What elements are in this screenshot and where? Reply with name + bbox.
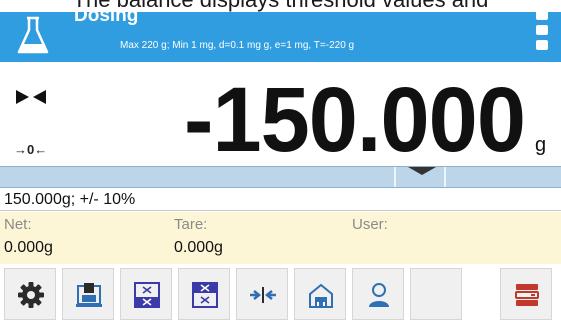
flask-icon <box>17 16 49 54</box>
threshold-high-icon <box>192 282 218 308</box>
bargraph-divider <box>394 167 396 187</box>
tare-label: Tare: <box>174 216 208 233</box>
zero-indicator: →0← <box>14 142 48 157</box>
threshold-text: 150.000g; +/- 10% <box>4 191 136 208</box>
caption-text: The balance displays threshold values an… <box>0 0 561 11</box>
print-button[interactable] <box>62 268 114 320</box>
database-icon <box>515 284 539 306</box>
weighing-display: →0← -150.000 g <box>0 62 561 170</box>
caption-strip: The balance displays threshold values an… <box>0 0 561 12</box>
threshold-low-icon <box>134 282 160 308</box>
weight-unit[interactable]: g <box>535 134 546 157</box>
user-label: User: <box>352 216 388 233</box>
function-toolbar <box>0 264 561 320</box>
net-label: Net: <box>4 216 32 233</box>
threshold-high-button[interactable] <box>178 268 230 320</box>
bargraph-pointer-icon <box>408 167 436 175</box>
tare-icon <box>309 283 333 308</box>
net-value: 0.000g <box>4 239 53 256</box>
threshold-bargraph <box>0 166 561 188</box>
tare-value: 0.000g <box>174 239 223 256</box>
empty-button[interactable] <box>410 268 462 320</box>
zero-icon <box>250 287 276 303</box>
threshold-info: 150.000g; +/- 10% <box>0 188 561 211</box>
weight-reading: -150.000 <box>184 69 526 171</box>
kebab-menu-icon[interactable] <box>536 10 548 50</box>
tare-button[interactable] <box>294 268 346 320</box>
stable-indicator-icon <box>16 90 46 104</box>
database-button[interactable] <box>500 268 552 320</box>
user-button[interactable] <box>352 268 404 320</box>
printer-icon <box>76 283 102 307</box>
balance-specs: Max 220 g; Min 1 mg, d=0.1 mg g, e=1 mg,… <box>120 40 355 51</box>
bargraph-divider <box>444 167 446 187</box>
user-icon <box>369 283 389 307</box>
threshold-low-button[interactable] <box>120 268 172 320</box>
info-panel: Net: 0.000g Tare: 0.000g User: <box>0 212 561 264</box>
settings-button[interactable] <box>4 268 56 320</box>
zero-button[interactable] <box>236 268 288 320</box>
gear-icon <box>18 282 44 308</box>
